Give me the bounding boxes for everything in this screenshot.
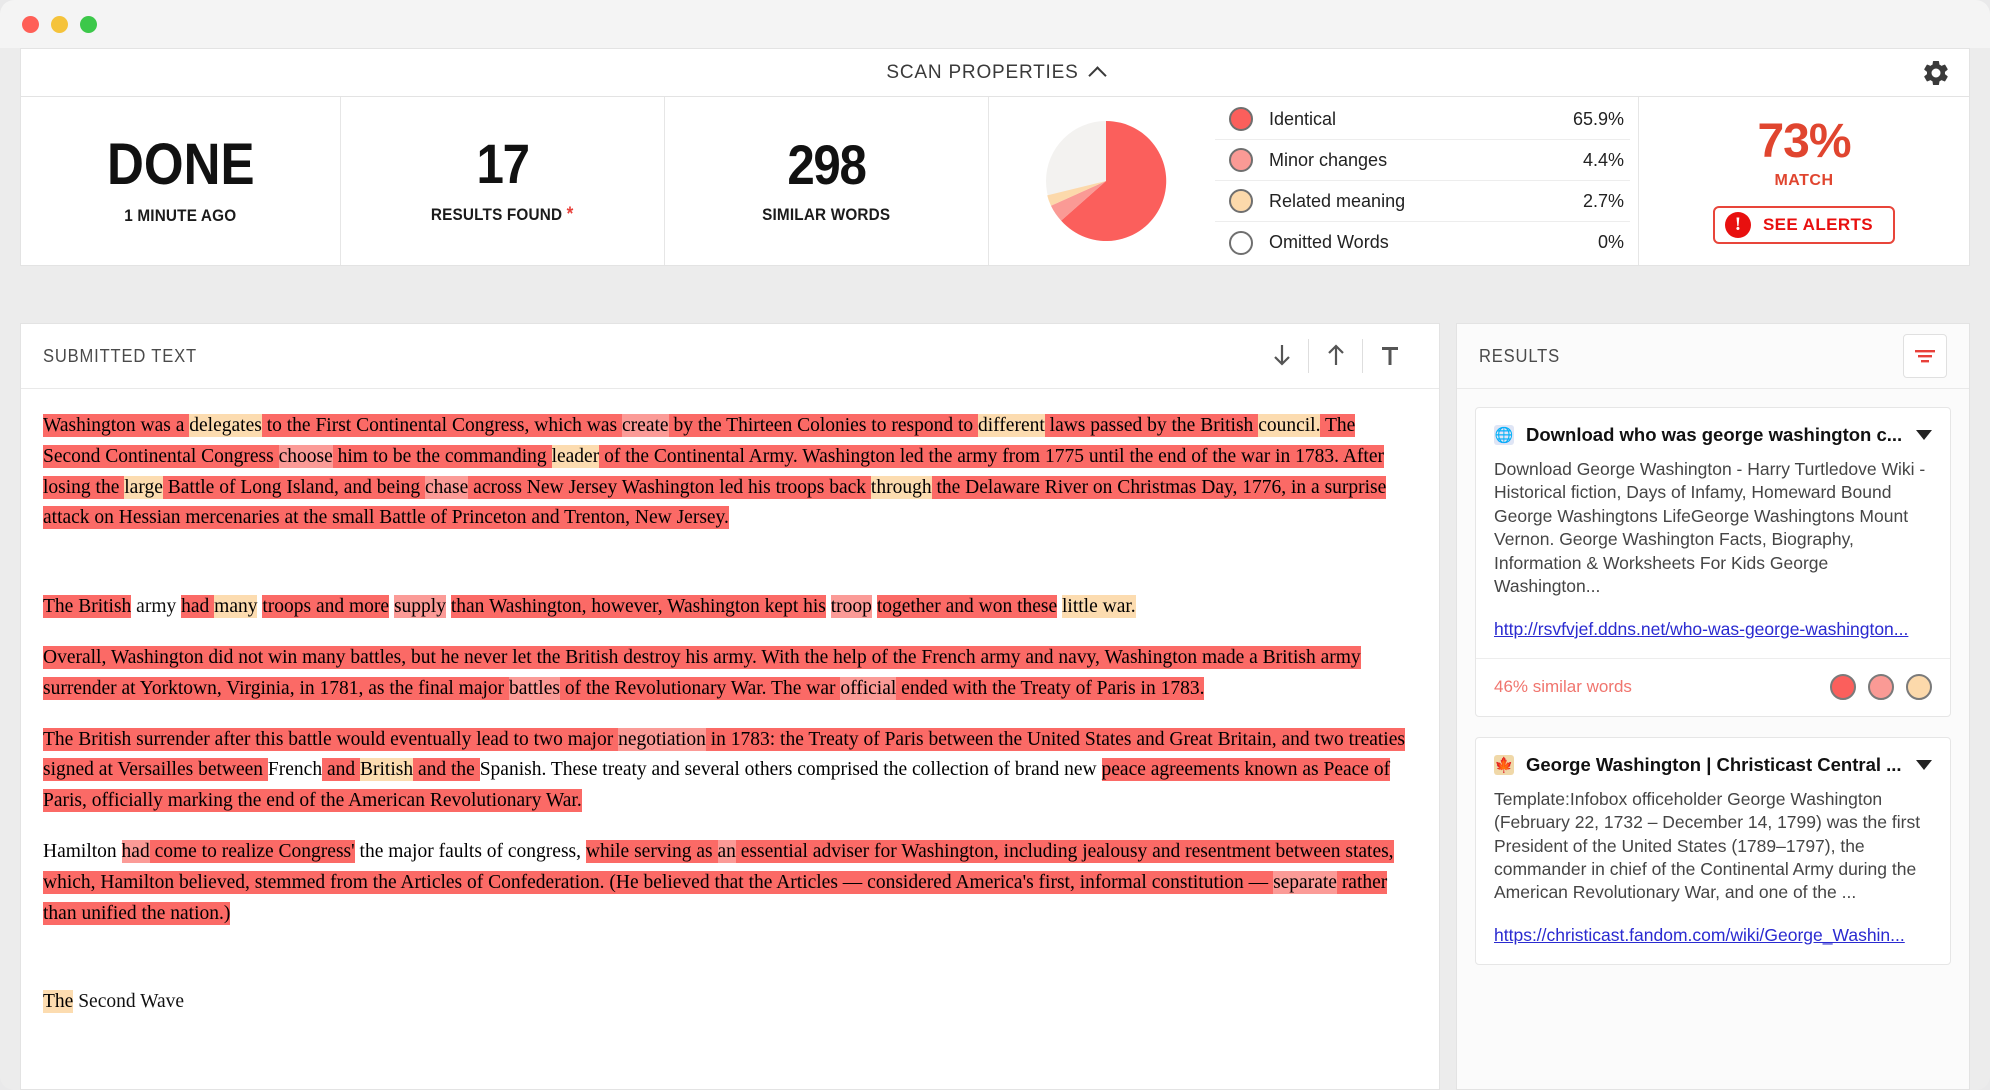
pie-chart-svg (1046, 120, 1167, 241)
see-alerts-label: SEE ALERTS (1762, 215, 1874, 234)
paragraph-4: The British surrender after this battle … (43, 727, 1405, 813)
identical-swatch-icon (1229, 107, 1253, 131)
legend-row-minor-changes[interactable]: Minor changes 4.4% (1215, 140, 1630, 181)
legend-row-identical[interactable]: Identical 65.9% (1215, 99, 1630, 140)
result-card[interactable]: 🌐 Download who was george washington c..… (1475, 407, 1951, 717)
result-footer: 46% similar words (1476, 657, 1950, 716)
minor-changes-swatch-icon (1229, 148, 1253, 172)
legend-pct-omitted-words: 0% (1597, 232, 1624, 252)
status-label: 1 MINUTE AGO (124, 206, 237, 225)
last-line-marked: The (43, 990, 74, 1014)
result-description: Download George Washington - Harry Turtl… (1494, 459, 1926, 597)
result-title-row: 🍁 George Washington | Christicast Centra… (1494, 754, 1932, 776)
result-title[interactable]: Download who was george washington c... (1526, 424, 1904, 446)
minor-changes-dot-icon (1868, 674, 1894, 701)
omitted-words-swatch-icon (1229, 230, 1253, 255)
results-title: RESULTS (1479, 345, 1560, 366)
match-percent-label: MATCH (1774, 172, 1834, 189)
arrow-up-icon[interactable] (1309, 339, 1363, 373)
result-url[interactable]: http://rsvfvjef.ddns.net/who-was-george-… (1494, 619, 1932, 654)
stat-similar-words: 298 SIMILAR WORDS (665, 97, 989, 265)
close-window-button[interactable] (22, 15, 39, 33)
similar-words-label: SIMILAR WORDS (762, 205, 891, 224)
chevron-up-icon (1087, 66, 1107, 85)
exclamation-circle-icon: ! (1724, 212, 1751, 238)
last-line-rest: Second Wave (73, 991, 185, 1013)
legend-row-omitted-words[interactable]: Omitted Words 0% (1215, 222, 1630, 263)
submitted-text-content: Washington was a delegates to the First … (43, 411, 1417, 1018)
legend-pct-minor-changes: 4.4% (1582, 149, 1624, 170)
legend-label-related-meaning: Related meaning (1269, 190, 1406, 211)
stat-results-found: 17 RESULTS FOUND * (341, 97, 665, 265)
paragraph-gap-2 (43, 949, 1417, 987)
similar-words-value: 298 (787, 133, 867, 196)
title-bar (0, 0, 1990, 48)
result-card[interactable]: 🍁 George Washington | Christicast Centra… (1475, 736, 1951, 965)
results-list[interactable]: 🌐 Download who was george washington c..… (1457, 389, 1969, 1089)
composition-legend: Identical 65.9% Minor changes 4.4% Relat… (1215, 99, 1630, 263)
result-card-body: 🍁 George Washington | Christicast Centra… (1476, 738, 1950, 964)
legend-label-omitted-words: Omitted Words (1269, 232, 1389, 252)
results-found-value: 17 (476, 132, 530, 195)
minimize-window-button[interactable] (51, 15, 68, 33)
scan-properties-toggle[interactable]: SCAN PROPERTIES (886, 61, 1107, 85)
globe-icon: 🌐 (1494, 425, 1514, 445)
gear-icon[interactable] (1921, 58, 1951, 88)
paragraph-1: Washington was a delegates to the First … (43, 414, 1387, 530)
chevron-down-icon[interactable] (1916, 430, 1932, 440)
result-description: Template:Infobox officeholder George Was… (1494, 788, 1921, 903)
legend-label-identical: Identical (1269, 108, 1337, 129)
legend-pct-related-meaning: 2.7% (1582, 190, 1624, 211)
app-window: SCAN PROPERTIES DONE 1 MINUTE AGO 17 RES… (0, 0, 1990, 1090)
chevron-down-icon[interactable] (1916, 759, 1932, 770)
legend-row-related-meaning[interactable]: Related meaning 2.7% (1215, 181, 1630, 222)
result-title-row: 🌐 Download who was george washington c..… (1494, 424, 1932, 446)
result-title[interactable]: George Washington | Christicast Central … (1526, 754, 1904, 776)
stat-status: DONE 1 MINUTE AGO (21, 97, 341, 265)
required-asterisk: * (566, 204, 574, 225)
status-value: DONE (106, 132, 255, 197)
pie-chart (997, 106, 1215, 256)
maximize-window-button[interactable] (80, 15, 97, 33)
filter-icon[interactable] (1903, 334, 1947, 378)
results-found-label: RESULTS FOUND * (431, 204, 574, 226)
result-color-dots (1830, 674, 1932, 701)
match-percent-value: 73% (1757, 115, 1851, 168)
paragraph-5: Hamilton had come to realize Congress' t… (43, 839, 1394, 925)
legend-pct-identical: 65.9% (1572, 108, 1624, 129)
composition-chart-cell: Identical 65.9% Minor changes 4.4% Relat… (989, 97, 1639, 265)
results-header: RESULTS (1457, 324, 1969, 389)
paragraph-2: The British army had many troops and mor… (43, 595, 1136, 619)
scan-properties-label: SCAN PROPERTIES (886, 61, 1079, 83)
paragraph-3: Overall, Washington did not win many bat… (43, 645, 1361, 700)
submitted-text-title: SUBMITTED TEXT (43, 345, 197, 366)
related-meaning-swatch-icon (1229, 189, 1253, 213)
wiki-icon: 🍁 (1494, 754, 1514, 775)
main-content: SUBMITTED TEXT Washington was a delegate… (0, 323, 1990, 1090)
results-panel: RESULTS 🌐 Download who was george washin… (1456, 323, 1970, 1090)
text-format-icon[interactable] (1363, 339, 1417, 373)
arrow-down-icon[interactable] (1255, 339, 1309, 373)
stat-match: 73% MATCH ! SEE ALERTS (1639, 97, 1969, 265)
submitted-text-header: SUBMITTED TEXT (21, 324, 1439, 389)
see-alerts-button[interactable]: ! SEE ALERTS (1712, 206, 1896, 244)
result-similar-words: 46% similar words (1494, 677, 1632, 697)
paragraph-6: The Second Wave (43, 987, 1417, 1018)
results-found-text: RESULTS FOUND (431, 205, 563, 224)
submitted-text-body[interactable]: Washington was a delegates to the First … (21, 389, 1439, 1089)
related-meaning-dot-icon (1906, 674, 1932, 701)
result-card-body: 🌐 Download who was george washington c..… (1476, 408, 1950, 658)
scan-stats-strip: DONE 1 MINUTE AGO 17 RESULTS FOUND * 298… (20, 96, 1970, 266)
result-url[interactable]: https://christicast.fandom.com/wiki/Geor… (1494, 925, 1932, 960)
identical-dot-icon (1830, 674, 1856, 701)
legend-label-minor-changes: Minor changes (1269, 149, 1388, 170)
scan-properties-bar: SCAN PROPERTIES (20, 48, 1970, 96)
submitted-text-tools (1255, 339, 1417, 373)
submitted-text-panel: SUBMITTED TEXT Washington was a delegate… (20, 323, 1440, 1090)
